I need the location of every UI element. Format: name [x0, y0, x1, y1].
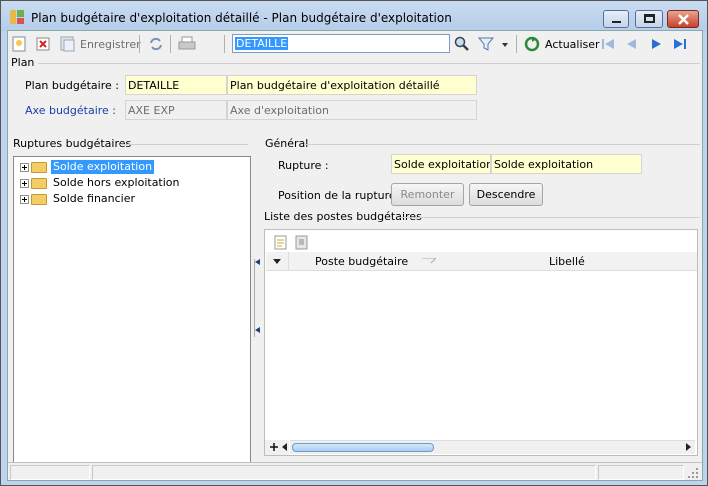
- column-header-label[interactable]: Libellé: [549, 255, 585, 268]
- print-button[interactable]: [178, 35, 200, 53]
- rupture-name-field[interactable]: Solde exploitation: [491, 154, 642, 174]
- plan-label: Plan budgétaire :: [25, 79, 119, 92]
- axis-name-field: Axe d'exploitation: [227, 100, 477, 120]
- previous-icon: [627, 39, 636, 49]
- expand-icon[interactable]: [20, 194, 29, 204]
- first-record-button[interactable]: [600, 35, 616, 53]
- axis-label[interactable]: Axe budgétaire :: [25, 104, 116, 117]
- sync-icon: [150, 37, 162, 51]
- new-icon: [12, 36, 26, 52]
- edit-post-button[interactable]: [295, 235, 309, 253]
- new-button[interactable]: [12, 35, 26, 53]
- column-separator: [288, 252, 289, 270]
- minimize-button[interactable]: [603, 10, 629, 28]
- first-icon: [602, 39, 614, 49]
- plan-name-field[interactable]: Plan budgétaire d'exploitation détaillé: [227, 75, 477, 95]
- delete-icon: [36, 37, 50, 51]
- filter-button[interactable]: [478, 35, 508, 53]
- scroll-right-icon[interactable]: [686, 443, 691, 451]
- toolbar-separator: [139, 35, 140, 53]
- divider: [400, 217, 700, 218]
- search-icon: [454, 36, 469, 51]
- filter-icon: [478, 37, 508, 51]
- plan-section-title: Plan: [11, 56, 35, 69]
- folder-icon: [31, 161, 47, 173]
- previous-record-button[interactable]: [624, 35, 640, 53]
- splitter[interactable]: [254, 259, 261, 337]
- document-icon: [295, 235, 308, 250]
- scrollbar-thumb[interactable]: [292, 443, 434, 452]
- sync-button[interactable]: [148, 35, 164, 53]
- general-section-title: Général: [265, 137, 309, 150]
- move-down-button[interactable]: Descendre: [469, 183, 543, 206]
- expand-icon[interactable]: [20, 162, 29, 172]
- posts-section-title: Liste des postes budgétaires: [264, 210, 422, 223]
- search-button[interactable]: [454, 35, 470, 53]
- divider: [120, 144, 248, 145]
- grid-header: Poste budgétaire Libellé: [266, 252, 697, 271]
- search-input[interactable]: DETAILLE: [232, 34, 450, 53]
- window-title: Plan budgétaire d'exploitation détaillé …: [31, 11, 452, 25]
- app-icon: [10, 10, 24, 24]
- divider: [304, 144, 700, 145]
- status-pane: [10, 465, 90, 480]
- tree-node[interactable]: Solde financier: [20, 191, 137, 207]
- last-record-button[interactable]: [672, 35, 688, 53]
- grid-footer-left: [265, 440, 289, 455]
- add-row-icon[interactable]: [270, 443, 278, 451]
- status-bar: [8, 462, 702, 480]
- move-up-button[interactable]: Remonter: [391, 183, 464, 206]
- title-bar: Plan budgétaire d'exploitation détaillé …: [1, 1, 707, 31]
- maximize-button[interactable]: [635, 10, 663, 28]
- client-area: Enregistrer DETAILLE Actualiser Plan Pla…: [7, 30, 703, 481]
- refresh-icon: [524, 36, 540, 52]
- plan-code-field[interactable]: DETAILLE: [125, 75, 227, 95]
- add-post-button[interactable]: [274, 235, 288, 253]
- breaks-section-title: Ruptures budgétaires: [13, 137, 132, 150]
- last-icon: [674, 39, 686, 49]
- scroll-left-icon[interactable]: [282, 443, 287, 451]
- close-button[interactable]: [667, 10, 699, 28]
- rupture-label: Rupture :: [278, 159, 329, 172]
- status-pane: [92, 465, 596, 480]
- toolbar: Enregistrer DETAILLE Actualiser: [8, 31, 702, 57]
- delete-button[interactable]: [36, 35, 50, 53]
- axis-code-field: AXE EXP: [125, 100, 227, 120]
- column-header-post[interactable]: Poste budgétaire: [315, 255, 408, 268]
- row-menu-icon[interactable]: [273, 259, 281, 264]
- next-icon: [652, 39, 661, 49]
- divider: [38, 63, 700, 64]
- rupture-code-field[interactable]: Solde exploitation: [391, 154, 491, 174]
- breaks-tree[interactable]: Solde exploitation Solde hors exploitati…: [13, 156, 251, 468]
- folder-icon: [31, 193, 47, 205]
- folder-icon: [31, 177, 47, 189]
- print-icon: [178, 36, 196, 50]
- expand-icon[interactable]: [20, 178, 29, 188]
- toolbar-separator: [170, 35, 171, 53]
- application-window: Plan budgétaire d'exploitation détaillé …: [0, 0, 708, 486]
- toolbar-separator: [516, 35, 517, 53]
- posts-grid[interactable]: Poste budgétaire Libellé: [264, 229, 698, 456]
- horizontal-scrollbar[interactable]: [290, 440, 695, 454]
- position-label: Position de la rupture :: [278, 189, 403, 202]
- new-document-icon: [274, 235, 287, 250]
- status-pane: [598, 465, 684, 480]
- resize-grip-icon[interactable]: [688, 468, 698, 478]
- tree-node[interactable]: Solde exploitation: [20, 159, 155, 175]
- toolbar-separator: [224, 35, 225, 53]
- next-record-button[interactable]: [648, 35, 664, 53]
- save-button[interactable]: Enregistrer: [60, 35, 141, 53]
- save-icon: [60, 36, 75, 52]
- refresh-button[interactable]: Actualiser: [524, 35, 600, 53]
- sort-icon[interactable]: [422, 258, 436, 264]
- tree-node[interactable]: Solde hors exploitation: [20, 175, 182, 191]
